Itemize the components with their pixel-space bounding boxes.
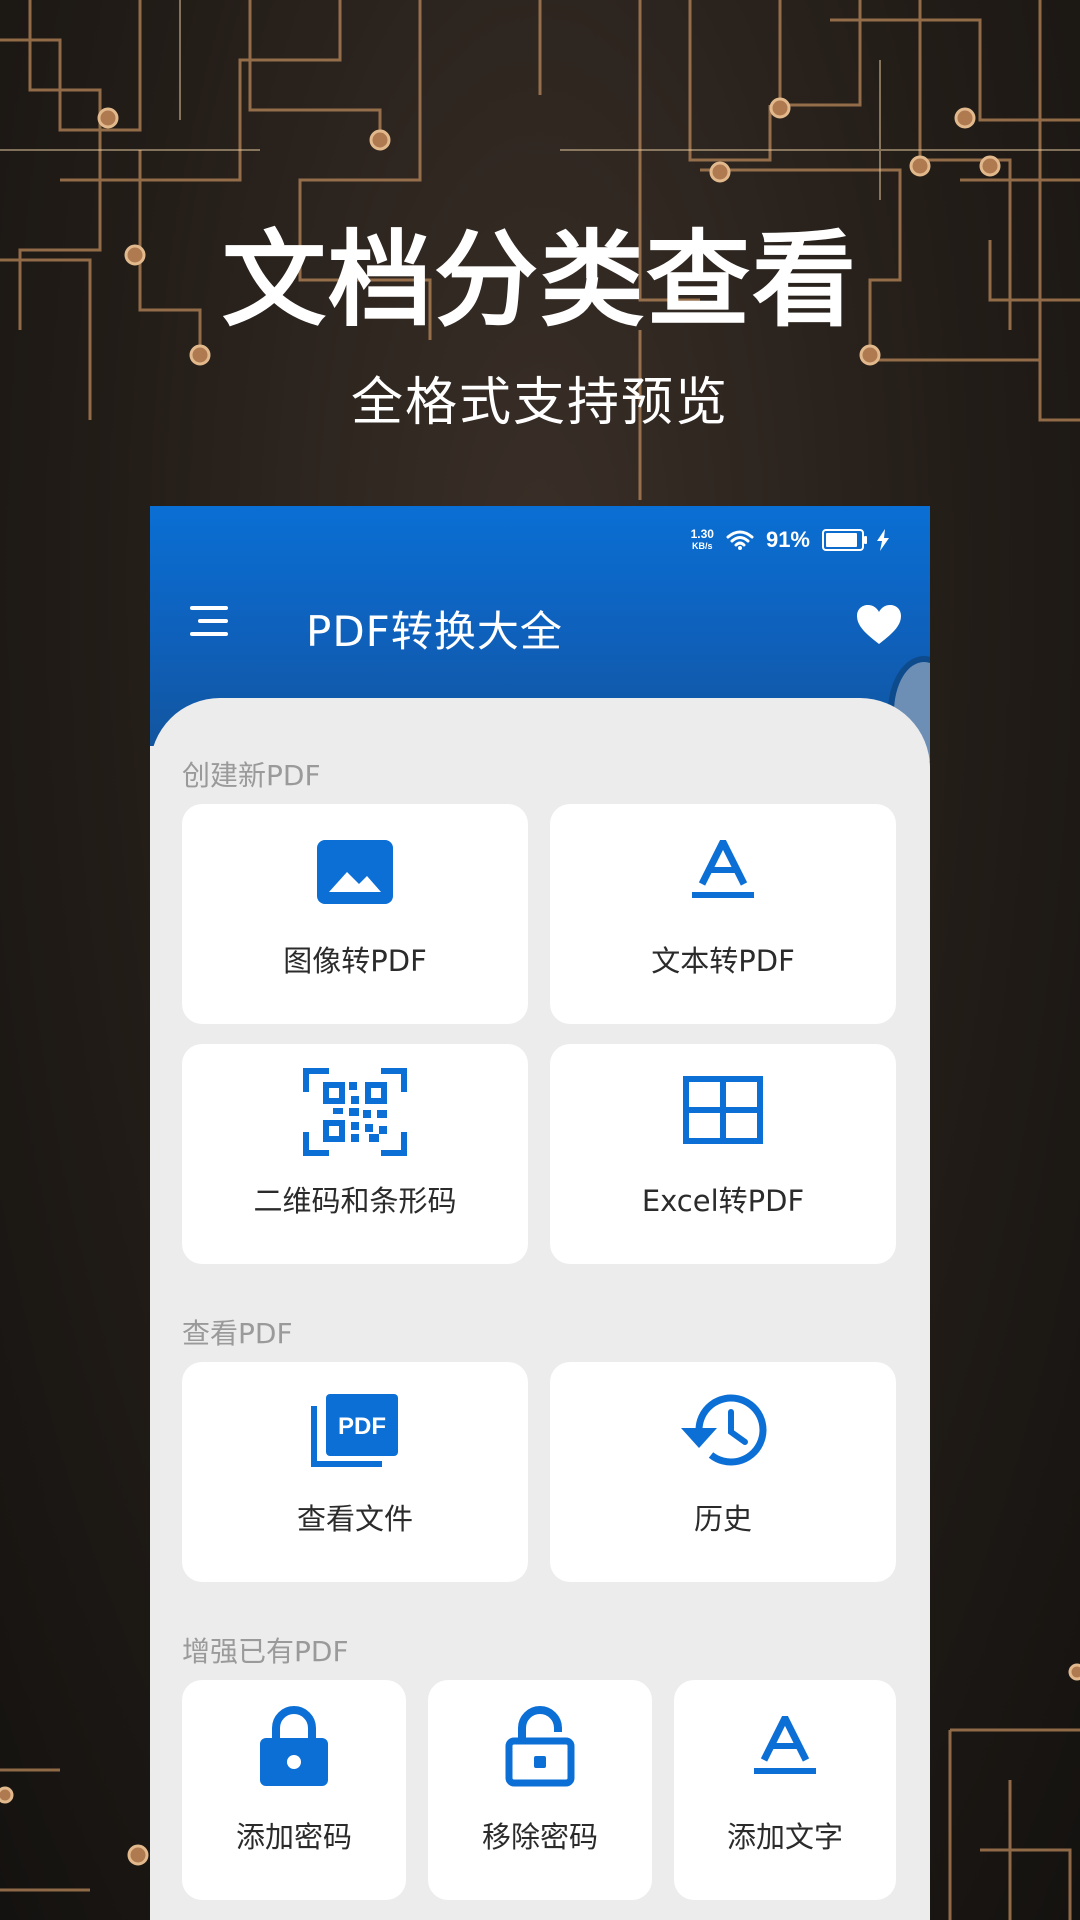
image-icon [317, 840, 393, 904]
section-title-view: 查看PDF [182, 1317, 293, 1350]
section-title-enhance: 增强已有PDF [182, 1635, 349, 1668]
card-history[interactable]: 历史 [550, 1362, 896, 1582]
text-format-icon [754, 1716, 816, 1774]
content-panel: 创建新PDF 图像转PDF 文本转PDF 二维码和条形码 Excel转PDF 查… [150, 698, 930, 1920]
card-label: 移除密码 [481, 1820, 598, 1854]
menu-icon[interactable] [190, 606, 230, 638]
card-remove-password[interactable]: 移除密码 [428, 1680, 652, 1900]
card-label: 图像转PDF [283, 944, 427, 978]
text-format-icon [692, 840, 754, 898]
card-qr-barcode[interactable]: 二维码和条形码 [182, 1044, 528, 1264]
card-label: 文本转PDF [651, 944, 795, 978]
card-view-files[interactable]: PDF 查看文件 [182, 1362, 528, 1582]
charging-icon [877, 529, 889, 551]
net-speed-unit: KB/s [692, 541, 713, 551]
promo-subline: 全格式支持预览 [350, 373, 729, 433]
wifi-icon [726, 530, 754, 550]
lock-icon [260, 1706, 328, 1786]
qr-code-scan-icon [303, 1068, 407, 1156]
card-label: 添加密码 [235, 1820, 352, 1854]
card-label: 二维码和条形码 [253, 1184, 457, 1218]
pdf-file-icon: PDF [311, 1394, 398, 1467]
promo-headline: 文档分类查看 [221, 219, 858, 341]
card-add-password[interactable]: 添加密码 [182, 1680, 406, 1900]
status-bar: 1.30 KB/s 91% [691, 522, 890, 558]
app-title: PDF转换大全 [306, 607, 563, 656]
card-label: Excel转PDF [641, 1184, 805, 1218]
card-image-to-pdf[interactable]: 图像转PDF [182, 804, 528, 1024]
card-label: 添加文字 [726, 1820, 843, 1854]
net-speed: 1.30 KB/s [691, 528, 714, 552]
card-excel-to-pdf[interactable]: Excel转PDF [550, 1044, 896, 1264]
unlock-icon [505, 1706, 575, 1787]
grid-table-icon [683, 1076, 763, 1144]
battery-icon [822, 529, 867, 551]
battery-fill [826, 533, 857, 547]
section-title-create: 创建新PDF [182, 759, 321, 792]
card-text-to-pdf[interactable]: 文本转PDF [550, 804, 896, 1024]
heart-icon[interactable] [856, 604, 902, 646]
card-label: 历史 [693, 1502, 752, 1536]
net-speed-value: 1.30 [690, 527, 714, 541]
phone-screen: 1.30 KB/s 91% PDF转换大全 创建新PDF 图像转PDF 文本转P… [150, 506, 930, 1920]
card-label: 查看文件 [296, 1502, 413, 1536]
pdf-badge-text: PDF [338, 1413, 386, 1440]
card-add-text[interactable]: 添加文字 [674, 1680, 896, 1900]
history-icon [681, 1394, 767, 1466]
battery-percent: 91% [765, 527, 810, 552]
